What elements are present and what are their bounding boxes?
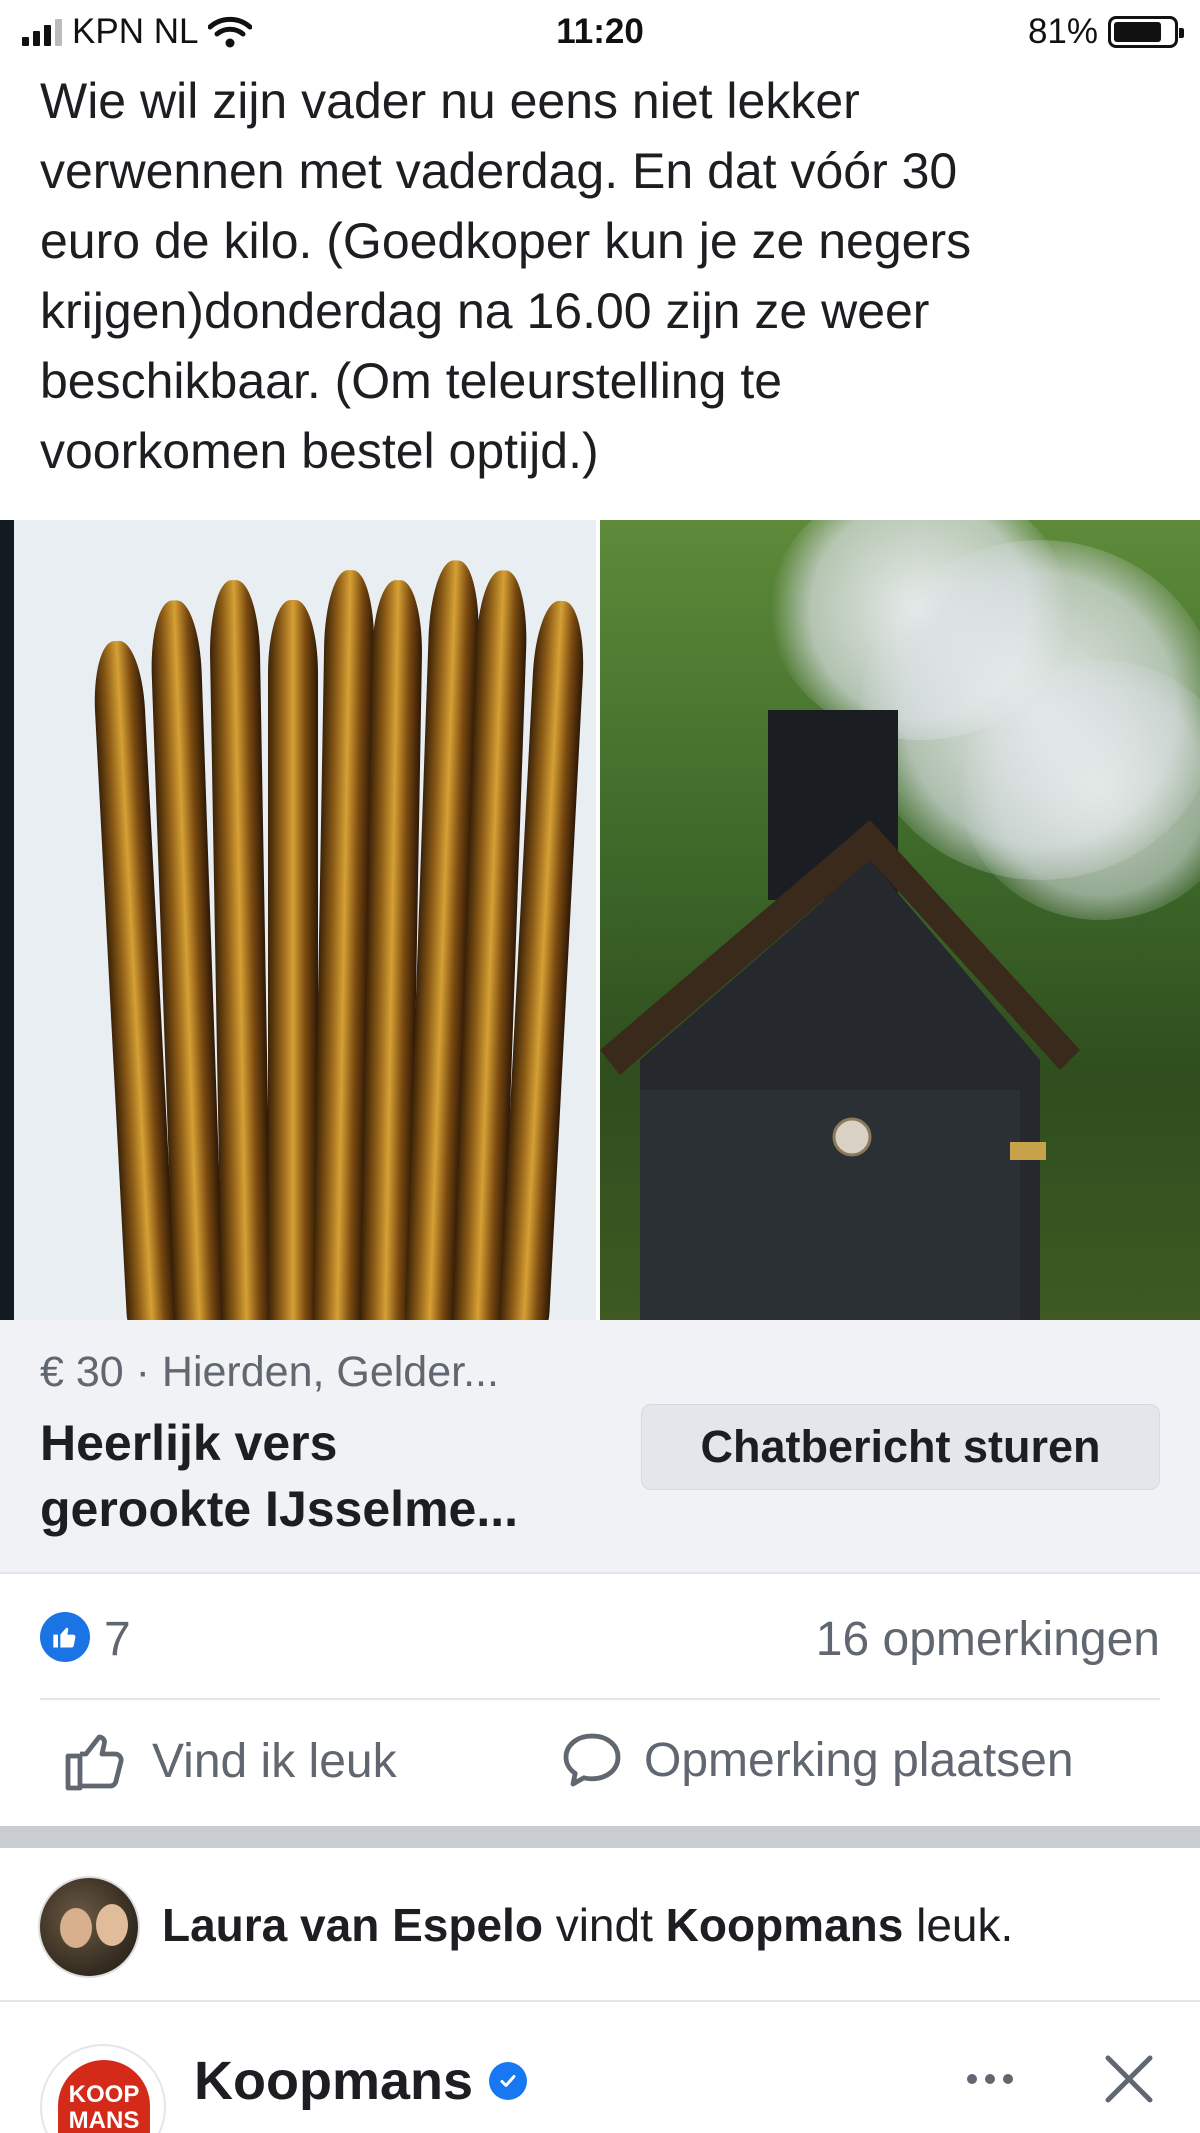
comment-button[interactable]: Opmerking plaatsen: [560, 1730, 1074, 1790]
avatar[interactable]: [38, 1876, 140, 1978]
logo-text: KOOP MANS: [58, 2060, 150, 2133]
comments-count[interactable]: 16 opmerkingen: [816, 1612, 1160, 1667]
activity-page[interactable]: Koopmans: [666, 1899, 904, 1951]
feed-separator: [0, 1826, 1200, 1848]
battery-icon: [1108, 16, 1184, 48]
send-message-button[interactable]: Chatbericht sturen: [641, 1404, 1160, 1490]
status-right: 81%: [1027, 12, 1184, 52]
activity-text: Laura van Espelo vindt Koopmans leuk.: [162, 1899, 1014, 1951]
clock: 11:20: [556, 12, 644, 51]
eel-photo[interactable]: [0, 520, 600, 1320]
more-icon[interactable]: [960, 2064, 1020, 2094]
marketplace-listing[interactable]: € 30 · Hierden, Gelder... Heerlijk vers …: [0, 1320, 1200, 1572]
listing-price-location: € 30 · Hierden, Gelder...: [40, 1348, 499, 1396]
page-name[interactable]: Koopmans: [194, 2050, 528, 2112]
comment-icon: [563, 1733, 621, 1787]
reactions-row: 7 16 opmerkingen: [0, 1572, 1200, 1698]
thumbs-up-icon: [65, 1734, 124, 1791]
like-button[interactable]: Vind ik leuk: [64, 1730, 397, 1792]
verified-icon: [489, 2062, 528, 2100]
page-logo[interactable]: KOOP MANS: [40, 2044, 166, 2133]
post-photos[interactable]: [0, 520, 1200, 1320]
activity-person[interactable]: Laura van Espelo: [162, 1899, 543, 1951]
action-bar: Vind ik leuk Opmerking plaatsen: [0, 1700, 1200, 1826]
activity-story[interactable]: Laura van Espelo vindt Koopmans leuk.: [0, 1848, 1200, 2002]
smoker-photo[interactable]: [600, 520, 1200, 1320]
post-text: Wie wil zijn vader nu eens niet lekker v…: [40, 73, 972, 479]
like-label: Vind ik leuk: [152, 1734, 397, 1788]
status-bar: KPN NL 11:20 81%: [0, 0, 1200, 62]
listing-title[interactable]: Heerlijk vers gerookte IJsselme...: [40, 1410, 620, 1542]
next-post-header: KOOP MANS Koopmans: [0, 2002, 1200, 2133]
battery-percent: 81%: [1027, 12, 1098, 51]
like-count[interactable]: 7: [104, 1612, 131, 1667]
comment-label: Opmerking plaatsen: [644, 1733, 1074, 1787]
close-icon[interactable]: [1102, 2052, 1156, 2106]
like-badge-icon[interactable]: [40, 1612, 90, 1662]
eel: [268, 600, 318, 1320]
